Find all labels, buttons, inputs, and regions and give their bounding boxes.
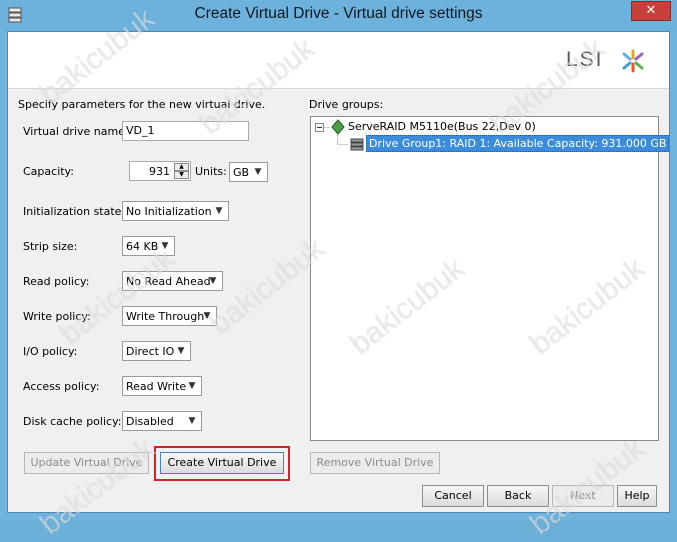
spinner-buttons[interactable]: ▲ ▼: [174, 163, 189, 179]
chevron-down-icon: ▼: [188, 416, 196, 426]
dialog-window: Create Virtual Drive - Virtual drive set…: [0, 0, 677, 541]
init-state-value: No Initialization: [126, 205, 212, 218]
read-policy-value: No Read Ahead: [126, 275, 211, 288]
chevron-down-icon: ▼: [203, 311, 211, 321]
intro-text: Specify parameters for the new virtual d…: [18, 98, 266, 111]
remove-virtual-drive-button[interactable]: Remove Virtual Drive: [310, 452, 440, 474]
capacity-label: Capacity:: [23, 165, 74, 178]
io-policy-value: Direct IO: [126, 345, 175, 358]
read-policy-select[interactable]: No Read Ahead ▼: [122, 271, 223, 291]
drive-group-node[interactable]: Drive Group1: RAID 1: Available Capacity…: [366, 135, 670, 152]
header-banner: LSI: [8, 32, 669, 89]
disk-cache-value: Disabled: [126, 415, 174, 428]
title-bar[interactable]: Create Virtual Drive - Virtual drive set…: [0, 0, 677, 31]
chevron-down-icon: ▼: [209, 276, 217, 286]
update-virtual-drive-button[interactable]: Update Virtual Drive: [24, 452, 149, 474]
read-policy-label: Read policy:: [23, 275, 90, 288]
back-button[interactable]: Back: [487, 485, 549, 507]
chevron-down-icon: ▼: [215, 206, 223, 216]
highlight-frame: [154, 446, 290, 481]
chevron-down-icon: ▼: [188, 381, 196, 391]
strip-size-select[interactable]: 64 KB ▼: [122, 236, 175, 256]
controller-icon: [331, 119, 345, 135]
write-policy-label: Write policy:: [23, 310, 91, 323]
close-button[interactable]: ✕: [631, 1, 671, 21]
write-policy-value: Write Through: [126, 310, 205, 323]
strip-size-value: 64 KB: [126, 240, 159, 253]
lsi-logo-icon: [622, 49, 644, 73]
io-policy-select[interactable]: Direct IO ▼: [122, 341, 191, 361]
strip-size-label: Strip size:: [23, 240, 78, 253]
lsi-logo: LSI: [566, 48, 604, 71]
units-value: GB: [233, 166, 250, 179]
units-select[interactable]: GB ▼: [229, 162, 268, 182]
spin-down-icon[interactable]: ▼: [174, 171, 189, 179]
units-label: Units:: [195, 165, 227, 178]
init-state-label: Initialization state:: [23, 205, 126, 218]
help-button[interactable]: Help: [617, 485, 657, 507]
drive-group-icon: [350, 138, 364, 151]
access-policy-select[interactable]: Read Write ▼: [122, 376, 202, 396]
drive-groups-tree[interactable]: ServeRAID M5110e(Bus 22,Dev 0) Drive Gro…: [310, 116, 670, 441]
chevron-down-icon: ▼: [254, 167, 262, 177]
controller-node[interactable]: ServeRAID M5110e(Bus 22,Dev 0): [348, 120, 536, 133]
vd-name-label: Virtual drive name:: [23, 125, 129, 138]
spin-up-icon[interactable]: ▲: [174, 163, 189, 171]
cancel-button[interactable]: Cancel: [422, 485, 484, 507]
capacity-value: 931: [149, 165, 170, 178]
vd-name-input[interactable]: VD_1: [122, 121, 249, 141]
access-policy-value: Read Write: [126, 380, 187, 393]
access-policy-label: Access policy:: [23, 380, 100, 393]
io-policy-label: I/O policy:: [23, 345, 78, 358]
init-state-select[interactable]: No Initialization ▼: [122, 201, 229, 221]
capacity-spinner[interactable]: 931 ▲ ▼: [129, 161, 191, 181]
chevron-down-icon: ▼: [177, 346, 185, 356]
next-button[interactable]: Next: [552, 485, 614, 507]
drive-groups-label: Drive groups:: [309, 98, 384, 111]
write-policy-select[interactable]: Write Through ▼: [122, 306, 217, 326]
disk-cache-label: Disk cache policy:: [23, 415, 122, 428]
dialog-body: LSI Specify parameters for the new virtu…: [7, 31, 670, 513]
disk-cache-select[interactable]: Disabled ▼: [122, 411, 202, 431]
chevron-down-icon: ▼: [161, 241, 169, 251]
window-title: Create Virtual Drive - Virtual drive set…: [194, 5, 483, 22]
